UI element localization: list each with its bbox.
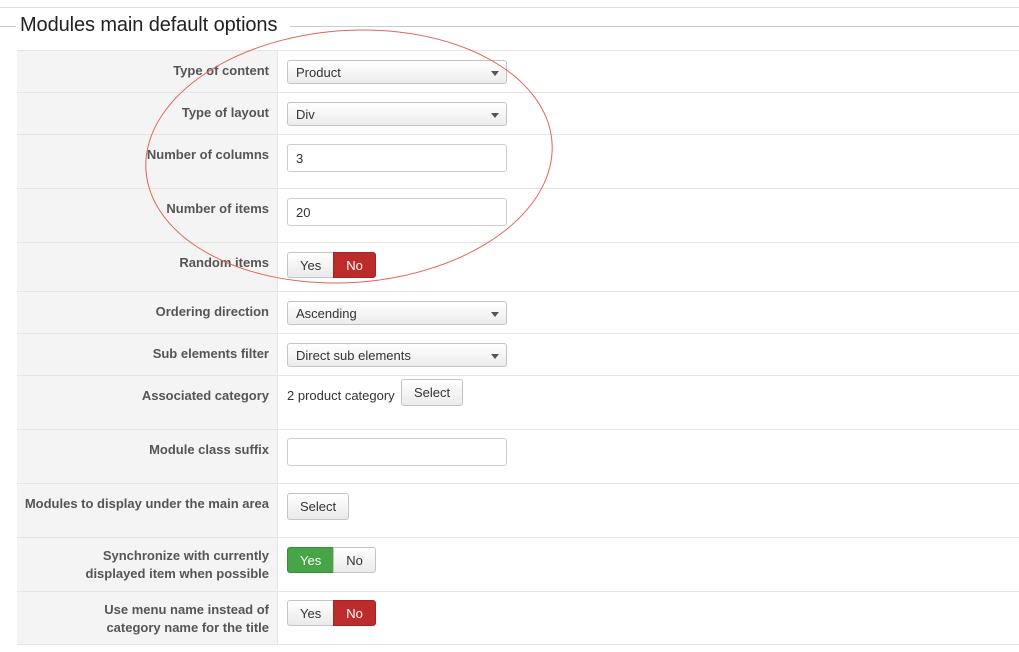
associated-category-label: Associated category — [17, 376, 278, 429]
number-of-columns-label: Number of columns — [17, 135, 278, 188]
associated-category-select-button[interactable]: Select — [401, 379, 464, 406]
random-items-label: Random items — [17, 243, 278, 291]
row-synchronize: Synchronize with currently displayed ite… — [17, 537, 1019, 591]
row-use-menu-name: Use menu name instead of category name f… — [17, 591, 1019, 645]
type-of-content-value: Product — [296, 65, 341, 80]
sub-elements-filter-value: Direct sub elements — [296, 348, 411, 363]
use-menu-name-label-line2: category name for the title — [106, 620, 269, 635]
number-of-items-input[interactable]: 20 — [287, 198, 507, 226]
random-items-no-button[interactable]: No — [333, 252, 376, 278]
row-associated-category: Associated category 2 product category S… — [17, 375, 1019, 429]
row-modules-under-main: Modules to display under the main area S… — [17, 483, 1019, 537]
use-menu-name-label-line1: Use menu name instead of — [104, 602, 269, 617]
sub-elements-filter-select[interactable]: Direct sub elements — [287, 343, 507, 367]
ordering-direction-select[interactable]: Ascending — [287, 301, 507, 325]
row-number-of-items: Number of items 20 — [17, 188, 1019, 242]
ordering-direction-value: Ascending — [296, 306, 357, 321]
random-items-toggle: Yes No — [287, 252, 376, 278]
row-type-of-content: Type of content Product — [17, 50, 1019, 92]
use-menu-name-label: Use menu name instead of category name f… — [17, 592, 278, 644]
type-of-layout-label: Type of layout — [17, 93, 278, 134]
synchronize-label-line1: Synchronize with currently — [102, 548, 269, 563]
random-items-yes-button[interactable]: Yes — [287, 252, 334, 278]
type-of-layout-select[interactable]: Div — [287, 102, 507, 126]
modules-under-main-select-button[interactable]: Select — [287, 493, 350, 520]
chevron-down-icon — [491, 354, 499, 359]
synchronize-yes-button[interactable]: Yes — [287, 547, 334, 573]
number-of-items-label: Number of items — [17, 189, 278, 242]
chevron-down-icon — [491, 312, 499, 317]
chevron-down-icon — [491, 71, 499, 76]
module-class-suffix-input[interactable] — [287, 438, 507, 466]
chevron-down-icon — [491, 113, 499, 118]
ordering-direction-label: Ordering direction — [17, 292, 278, 333]
use-menu-name-toggle: Yes No — [287, 600, 376, 626]
use-menu-name-no-button[interactable]: No — [333, 600, 376, 626]
row-number-of-columns: Number of columns 3 — [17, 134, 1019, 188]
type-of-content-select[interactable]: Product — [287, 60, 507, 84]
sub-elements-filter-label: Sub elements filter — [17, 334, 278, 375]
legend-rule-left — [0, 26, 16, 27]
module-class-suffix-label: Module class suffix — [17, 430, 278, 483]
use-menu-name-yes-button[interactable]: Yes — [287, 600, 334, 626]
fieldset-legend: Modules main default options — [20, 14, 278, 36]
modules-under-main-label: Modules to display under the main area — [17, 484, 278, 537]
type-of-layout-value: Div — [296, 107, 315, 122]
row-type-of-layout: Type of layout Div — [17, 92, 1019, 134]
legend-rule-right — [290, 26, 1019, 27]
synchronize-toggle: Yes No — [287, 547, 376, 573]
row-sub-elements-filter: Sub elements filter Direct sub elements — [17, 333, 1019, 375]
row-ordering-direction: Ordering direction Ascending — [17, 291, 1019, 333]
top-divider — [0, 7, 1019, 8]
row-module-class-suffix: Module class suffix — [17, 429, 1019, 483]
options-form: Type of content Product Type of layout D… — [17, 50, 1019, 645]
synchronize-no-button[interactable]: No — [333, 547, 376, 573]
synchronize-label: Synchronize with currently displayed ite… — [17, 538, 278, 591]
synchronize-label-line2: displayed item when possible — [85, 566, 270, 581]
row-random-items: Random items Yes No — [17, 242, 1019, 291]
type-of-content-label: Type of content — [17, 51, 278, 92]
associated-category-value: 2 product category — [287, 388, 395, 403]
number-of-columns-input[interactable]: 3 — [287, 144, 507, 172]
